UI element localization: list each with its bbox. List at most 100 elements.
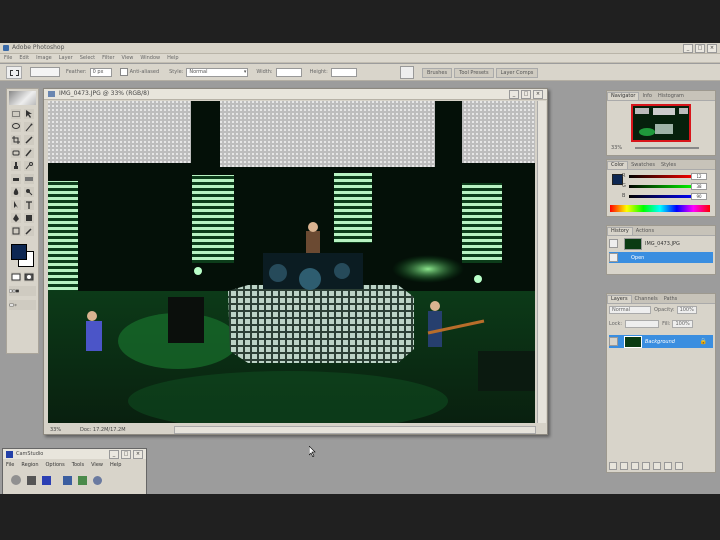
menu-help[interactable]: Help (167, 55, 178, 61)
cam-menu-tools[interactable]: Tools (72, 462, 84, 468)
navigator-thumbnail[interactable] (631, 104, 691, 142)
tab-swatches[interactable]: Swatches (628, 162, 658, 169)
gradient-tool-icon[interactable] (24, 174, 34, 184)
layer-style-icon[interactable] (620, 462, 628, 470)
history-brush-source-icon[interactable] (609, 239, 618, 248)
blur-tool-icon[interactable] (11, 187, 21, 197)
annotation-button-icon[interactable] (63, 475, 72, 485)
type-tool-icon[interactable] (24, 200, 34, 210)
history-snapshot-row[interactable]: IMG_0473.JPG (609, 237, 713, 250)
doc-minimize-button[interactable]: _ (509, 90, 519, 99)
cam-menu-region[interactable]: Region (21, 462, 38, 468)
slider-b-track[interactable] (629, 195, 695, 198)
crop-tool-icon[interactable] (11, 135, 21, 145)
dodge-tool-icon[interactable] (24, 187, 34, 197)
tab-channels[interactable]: Channels (632, 296, 661, 303)
tab-color[interactable]: Color (607, 161, 629, 169)
stop-button-icon[interactable] (42, 475, 51, 485)
slider-r-value[interactable]: 12 (691, 173, 707, 180)
tab-histogram[interactable]: Histogram (655, 93, 687, 100)
well-tab-layer-comps[interactable]: Layer Comps (495, 67, 539, 78)
cam-menu-file[interactable]: File (6, 462, 14, 468)
camstudio-close-button[interactable]: × (133, 450, 143, 459)
tab-layers[interactable]: Layers (607, 295, 632, 303)
menu-window[interactable]: Window (140, 55, 160, 61)
tool-preset-picker[interactable] (6, 65, 22, 79)
height-input[interactable] (330, 67, 357, 77)
marquee-tool-icon[interactable] (11, 109, 21, 119)
close-button[interactable]: × (707, 44, 717, 53)
quick-mask-icon[interactable] (24, 272, 34, 282)
slider-b-value[interactable]: 90 (691, 193, 707, 200)
menu-select[interactable]: Select (80, 55, 95, 61)
camstudio-maximize-button[interactable]: □ (121, 450, 131, 459)
eraser-tool-icon[interactable] (11, 174, 21, 184)
document-titlebar[interactable]: IMG_0473.JPG @ 33% (RGB/8) _ □ × (44, 89, 547, 100)
camstudio-minimize-button[interactable]: _ (109, 450, 119, 459)
history-state-row[interactable]: Open (609, 252, 713, 263)
antialiased-checkbox[interactable] (119, 68, 128, 76)
jump-to-imageready-icon[interactable] (9, 300, 36, 310)
tab-navigator[interactable]: Navigator (607, 92, 640, 100)
audio-button-icon[interactable] (93, 475, 102, 485)
slider-g-track[interactable] (629, 185, 695, 188)
pause-button-icon[interactable] (27, 475, 36, 485)
slider-g-value[interactable]: 38 (691, 183, 707, 190)
adjustment-layer-icon[interactable] (642, 462, 650, 470)
layer-row-background[interactable]: Background 🔒 (609, 335, 713, 348)
tab-paths[interactable]: Paths (661, 296, 681, 303)
screen-mode-buttons[interactable] (9, 286, 36, 296)
slice-tool-icon[interactable] (24, 135, 34, 145)
standard-mode-icon[interactable] (11, 272, 21, 282)
menu-edit[interactable]: Edit (19, 55, 29, 61)
brush-tool-icon[interactable] (24, 148, 34, 158)
menu-file[interactable]: File (4, 55, 12, 61)
lasso-tool-icon[interactable] (11, 122, 21, 132)
well-tab-brushes[interactable]: Brushes (422, 67, 453, 78)
layer-mask-icon[interactable] (631, 462, 639, 470)
camstudio-titlebar[interactable]: CamStudio _ □ × (3, 449, 146, 459)
style-select[interactable]: Normal (186, 67, 249, 77)
path-selection-icon[interactable] (11, 200, 21, 210)
lock-buttons[interactable] (625, 320, 660, 328)
tab-history[interactable]: History (607, 227, 633, 235)
well-tab-tool-presets[interactable]: Tool Presets (454, 67, 494, 78)
delete-layer-icon[interactable] (675, 462, 683, 470)
maximize-button[interactable]: □ (695, 44, 705, 53)
blend-mode-select[interactable]: Normal (609, 306, 651, 314)
width-input[interactable] (275, 67, 302, 77)
new-group-icon[interactable] (653, 462, 661, 470)
opacity-input[interactable]: 100% (676, 306, 697, 314)
menu-layer[interactable]: Layer (59, 55, 73, 61)
menu-filter[interactable]: Filter (102, 55, 114, 61)
link-layers-icon[interactable] (609, 462, 617, 470)
layer-visibility-eye-icon[interactable] (609, 337, 618, 346)
tab-actions[interactable]: Actions (633, 228, 657, 235)
shape-tool-icon[interactable] (24, 213, 34, 223)
menu-view[interactable]: View (122, 55, 134, 61)
clone-stamp-icon[interactable] (11, 161, 21, 171)
menu-image[interactable]: Image (36, 55, 52, 61)
tab-styles[interactable]: Styles (658, 162, 679, 169)
record-button-icon[interactable] (11, 475, 21, 485)
notes-tool-icon[interactable] (11, 226, 21, 236)
autopan-button-icon[interactable] (78, 475, 87, 485)
adobe-feather-icon[interactable] (9, 91, 36, 105)
foreground-color-swatch[interactable] (11, 244, 27, 260)
document-vertical-scrollbar[interactable] (537, 101, 546, 423)
selection-mode-buttons[interactable] (30, 67, 60, 77)
color-spectrum-bar[interactable] (610, 205, 710, 212)
magic-wand-icon[interactable] (24, 122, 34, 132)
brushes-icon[interactable] (400, 66, 414, 79)
healing-brush-icon[interactable] (11, 148, 21, 158)
cam-menu-help[interactable]: Help (110, 462, 121, 468)
doc-maximize-button[interactable]: □ (521, 90, 531, 99)
history-brush-icon[interactable] (24, 161, 34, 171)
pen-tool-icon[interactable] (11, 213, 21, 223)
doc-close-button[interactable]: × (533, 90, 543, 99)
new-layer-icon[interactable] (664, 462, 672, 470)
tab-info[interactable]: Info (639, 93, 654, 100)
cam-menu-options[interactable]: Options (46, 462, 65, 468)
fill-input[interactable]: 100% (672, 320, 693, 328)
cam-menu-view[interactable]: View (91, 462, 103, 468)
